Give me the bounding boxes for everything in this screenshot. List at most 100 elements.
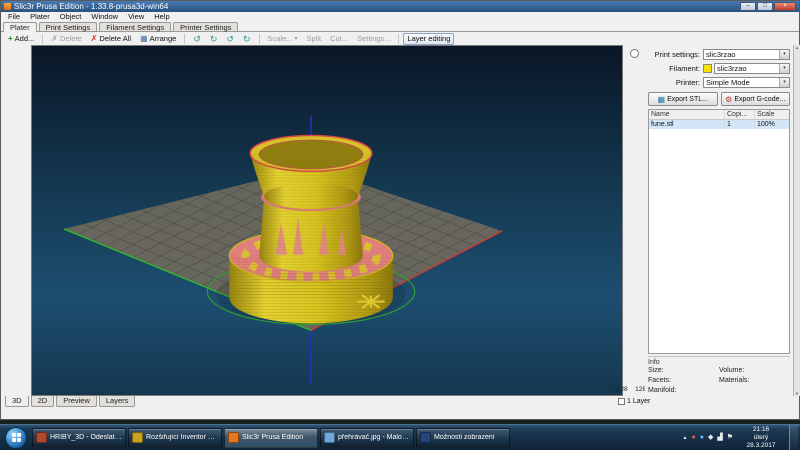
one-layer-toggle[interactable]: 1 Layer xyxy=(618,398,650,405)
panel-scrollbar[interactable]: ▲ ▼ xyxy=(793,45,800,396)
column-header-scale[interactable]: Scale xyxy=(755,110,789,119)
delete-all-label: Delete All xyxy=(99,34,131,43)
maximize-button[interactable]: □ xyxy=(757,2,773,11)
column-header-copies[interactable]: Copi... xyxy=(725,110,755,119)
titlebar: Slic3r Prusa Edition - 1.33.8-prusa3d-wi… xyxy=(1,1,799,12)
taskbar-window-paint[interactable]: přehrávač.jpg - Malov... xyxy=(320,428,414,448)
table-row[interactable]: fune.stl 1 100% xyxy=(649,120,789,129)
tray-app-icon-blue[interactable]: ● xyxy=(700,434,704,442)
printer-value: Simple Mode xyxy=(706,78,750,87)
taskbar-clock[interactable]: 21:16 úterý 28.3.2017 xyxy=(740,426,782,450)
export-gcode-label: Export G-code... xyxy=(734,96,785,103)
delete-button[interactable]: ✗ Delete xyxy=(47,33,85,45)
menubar: File Plater Object Window View Help xyxy=(1,12,799,21)
export-stl-button[interactable]: ▦ Export STL... xyxy=(648,92,718,106)
volume-icon[interactable]: ◆ xyxy=(708,434,713,442)
info-grid: Size: Volume: Facets: Materials: Manifol… xyxy=(648,367,790,394)
rotate-cw-icon: ↻ xyxy=(243,35,251,43)
layer-slider-handle[interactable] xyxy=(630,49,639,58)
tab-plater[interactable]: Plater xyxy=(3,22,37,32)
settings-button[interactable]: Settings... xyxy=(353,33,394,45)
rotate-ccw-icon: ↺ xyxy=(193,35,201,43)
chevron-down-icon: ▾ xyxy=(295,35,298,43)
filament-value: slic3rzao xyxy=(717,64,747,73)
taskbar-window-inventor[interactable]: Rozšiřující Inventor Pr... xyxy=(128,428,222,448)
taskbar-window-label: Slic3r Prusa Edition xyxy=(242,434,303,441)
export-gcode-button[interactable]: ⚙ Export G-code... xyxy=(721,92,791,106)
rotate-ccw-button[interactable]: ↺ xyxy=(222,33,238,45)
taskbar-window-hriby[interactable]: HRIBY_3D - Odeslat d... xyxy=(32,428,126,448)
stl-file-icon: ▦ xyxy=(658,95,666,104)
taskbar-window-label: Možnosti zobrazení xyxy=(434,434,495,441)
export-buttons: ▦ Export STL... ⚙ Export G-code... xyxy=(648,92,790,106)
print-settings-select[interactable]: slic3rzao ▾ xyxy=(703,49,790,60)
menu-object[interactable]: Object xyxy=(55,12,87,21)
view-tab-2d[interactable]: 2D xyxy=(31,396,55,407)
show-hidden-icons-button[interactable]: ▲ xyxy=(683,434,688,442)
view-tab-layers[interactable]: Layers xyxy=(99,396,136,407)
rotate-ccw-45-button[interactable]: ↺ xyxy=(189,33,205,45)
one-layer-checkbox[interactable] xyxy=(618,398,625,405)
taskbar-window-label: přehrávač.jpg - Malov... xyxy=(338,434,410,441)
taskbar-window-display-options[interactable]: Možnosti zobrazení xyxy=(416,428,510,448)
arrange-button[interactable]: ▦ Arrange xyxy=(136,33,180,45)
delete-label: Delete xyxy=(60,34,82,43)
slic3r-window: Slic3r Prusa Edition - 1.33.8-prusa3d-wi… xyxy=(0,0,800,420)
main-tabbar: Plater Print Settings Filament Settings … xyxy=(1,21,799,32)
one-layer-label: 1 Layer xyxy=(627,398,650,405)
clock-day: úterý xyxy=(740,434,782,442)
windows-logo-icon xyxy=(12,433,21,442)
layer-editing-button[interactable]: Layer editing xyxy=(403,33,454,45)
scroll-up-icon[interactable]: ▲ xyxy=(794,45,800,50)
minimize-button[interactable]: – xyxy=(740,2,756,11)
cut-button[interactable]: Cut... xyxy=(326,33,352,45)
view-tab-preview[interactable]: Preview xyxy=(56,396,97,407)
tray-app-icon-red[interactable]: ● xyxy=(691,434,695,442)
menu-plater[interactable]: Plater xyxy=(25,12,55,21)
inventor-app-icon xyxy=(132,432,143,443)
print-settings-label: Print settings: xyxy=(648,50,700,59)
objects-table: Name Copi... Scale fune.stl 1 100% xyxy=(648,109,790,354)
viewport-3d-scene xyxy=(32,46,622,395)
viewport-3d[interactable] xyxy=(31,45,623,396)
paint-app-icon xyxy=(324,432,335,443)
tab-printer-settings[interactable]: Printer Settings xyxy=(173,22,238,31)
rotate-cw-icon: ↻ xyxy=(210,35,218,43)
toolbar-separator xyxy=(398,34,399,44)
plater-toolbar: + Add... ✗ Delete ✗ Delete All ▦ Arrange… xyxy=(1,32,799,45)
rotate-cw-button[interactable]: ↻ xyxy=(239,33,255,45)
filament-color-swatch xyxy=(703,64,712,73)
split-button[interactable]: Split xyxy=(303,33,326,45)
gear-icon: ⚙ xyxy=(725,95,732,104)
show-desktop-button[interactable] xyxy=(789,425,798,450)
menu-help[interactable]: Help xyxy=(149,12,174,21)
rotate-cw-45-button[interactable]: ↻ xyxy=(206,33,222,45)
settings-panel: Print settings: slic3rzao ▾ Filament: sl… xyxy=(645,45,793,396)
start-button[interactable] xyxy=(5,427,27,449)
printer-label: Printer: xyxy=(648,78,700,87)
action-center-icon[interactable]: ⚑ xyxy=(727,434,733,442)
object-copies-cell: 1 xyxy=(725,120,755,129)
filament-select[interactable]: slic3rzao ▾ xyxy=(714,63,790,74)
toolbar-separator xyxy=(184,34,185,44)
tab-filament-settings[interactable]: Filament Settings xyxy=(99,22,171,31)
add-button[interactable]: + Add... xyxy=(4,33,38,45)
view-tab-3d[interactable]: 3D xyxy=(5,396,29,407)
column-header-name[interactable]: Name xyxy=(649,110,725,119)
clock-date: 28.3.2017 xyxy=(740,442,782,450)
menu-view[interactable]: View xyxy=(123,12,149,21)
menu-window[interactable]: Window xyxy=(86,12,123,21)
tab-print-settings[interactable]: Print Settings xyxy=(39,22,98,31)
scale-button[interactable]: Scale... ▾ xyxy=(264,33,302,45)
network-icon[interactable]: ▟ xyxy=(717,434,722,442)
delete-all-button[interactable]: ✗ Delete All xyxy=(87,33,135,45)
close-button[interactable]: × xyxy=(774,2,796,11)
info-volume-label: Volume: xyxy=(719,367,790,374)
printer-select[interactable]: Simple Mode ▾ xyxy=(703,77,790,88)
filament-row: Filament: slic3rzao ▾ xyxy=(648,62,790,74)
menu-file[interactable]: File xyxy=(3,12,25,21)
taskbar-window-slic3r[interactable]: Slic3r Prusa Edition xyxy=(224,428,318,448)
info-size-label: Size: xyxy=(648,367,719,374)
info-manifold-label: Manifold: xyxy=(648,387,719,394)
chevron-down-icon: ▾ xyxy=(779,64,789,73)
